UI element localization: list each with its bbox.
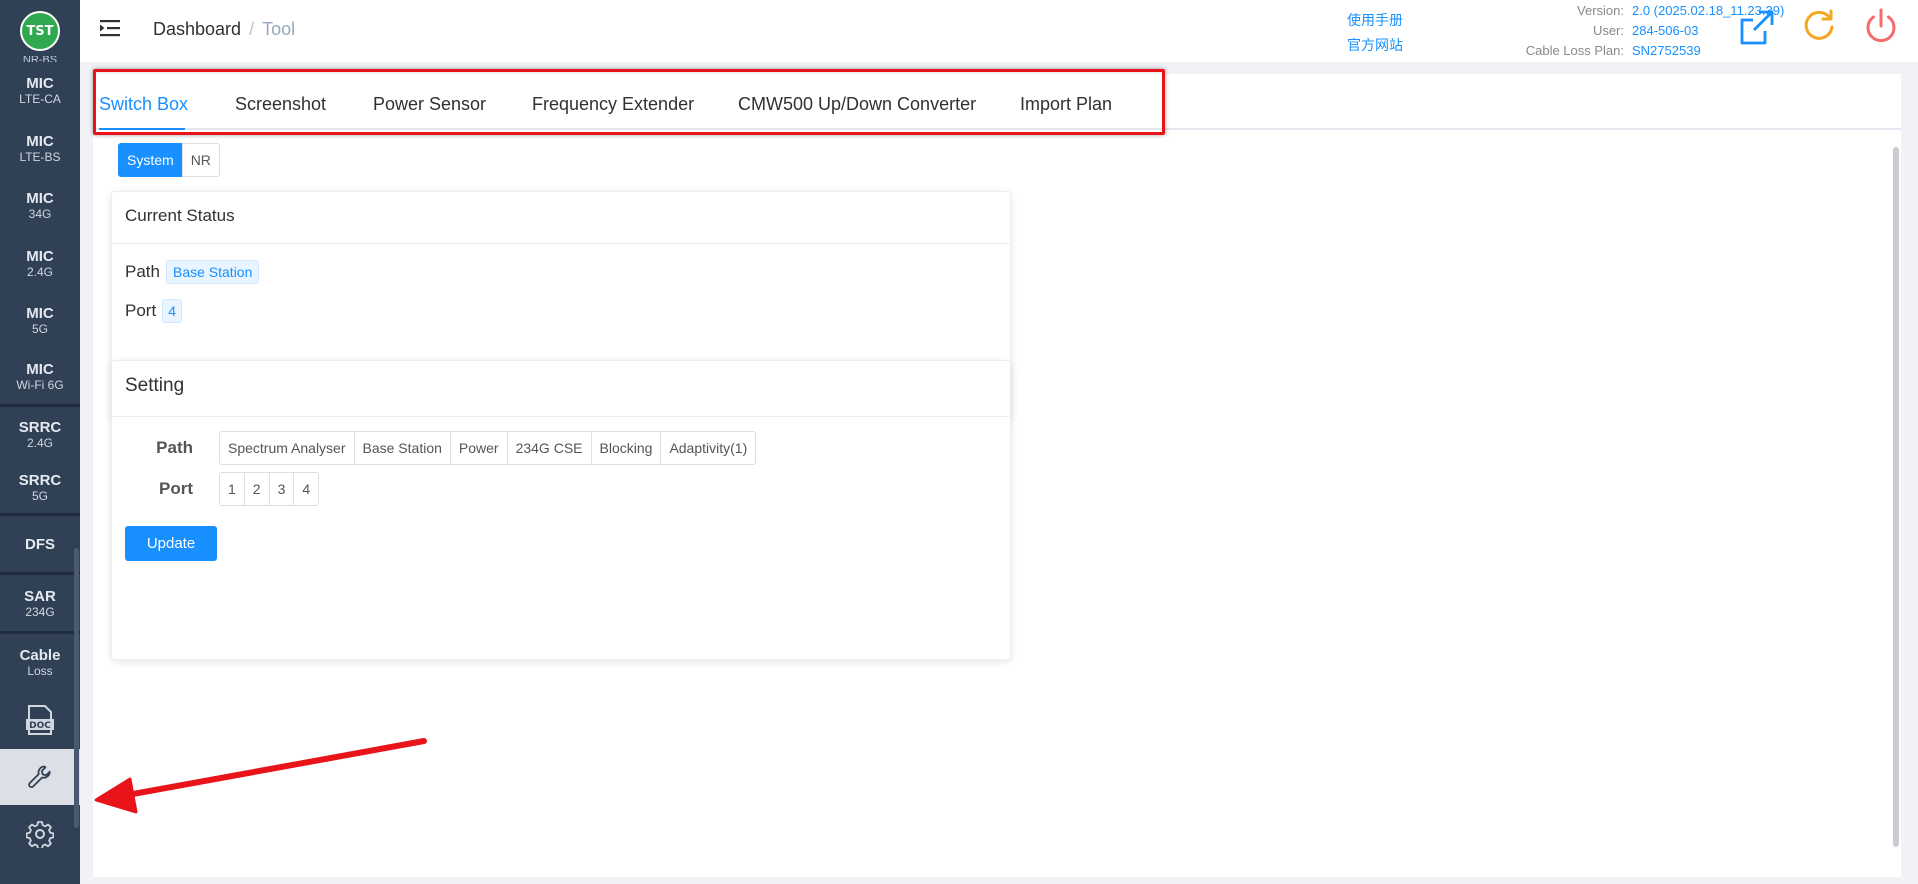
official-site-link[interactable]: 官方网站: [1347, 33, 1403, 58]
version-info: Version: 2.0 (2025.02.18_11.23.39) User: 2…: [1420, 1, 1785, 61]
path-select-group: Spectrum Analyser Base Station Power 234…: [219, 431, 757, 465]
current-status-title: Current Status: [112, 192, 1010, 244]
sidebar-item-mic-lte-bs[interactable]: MIC LTE-BS: [0, 120, 80, 178]
cable-loss-plan-label: Cable Loss Plan:: [1525, 43, 1624, 58]
cable-loss-plan-value: SN2752539: [1632, 43, 1701, 58]
sidebar-item-settings[interactable]: [0, 805, 80, 863]
sidebar-item-label: MIC: [26, 305, 54, 323]
sidebar-item-tool[interactable]: [0, 749, 80, 805]
logo: TST NR-BS: [0, 0, 80, 62]
tool-tabs: Switch Box Screenshot Power Sensor Frequ…: [93, 74, 1901, 130]
tab-switch-box[interactable]: Switch Box: [99, 94, 188, 115]
gear-icon: [26, 821, 54, 848]
doc-icon: DOC: [26, 705, 54, 735]
sidebar-item-srrc-5g[interactable]: SRRC 5G: [0, 461, 80, 516]
wrench-icon: [28, 765, 51, 788]
sidebar-item-label: MIC: [26, 190, 54, 208]
sidebar-item-label: Cable: [19, 647, 61, 664]
main-panel: Switch Box Screenshot Power Sensor Frequ…: [93, 74, 1901, 877]
sidebar-item-mic-34g[interactable]: MIC 34G: [0, 177, 80, 235]
sidebar-item-mic-5g[interactable]: MIC 5G: [0, 292, 80, 350]
mode-nr-button[interactable]: NR: [181, 143, 220, 177]
sidebar-item-label: DFS: [25, 535, 55, 553]
content-scrollbar[interactable]: [1893, 147, 1899, 847]
version-label: Version:: [1577, 3, 1624, 18]
sidebar-item-sublabel: Wi-Fi 6G: [16, 378, 64, 393]
setting-port-label: Port: [159, 479, 193, 498]
sidebar-scrollbar[interactable]: [74, 548, 79, 828]
path-option-234g-cse[interactable]: 234G CSE: [506, 431, 592, 465]
refresh-icon[interactable]: [1799, 7, 1839, 47]
menu-toggle-icon[interactable]: [100, 18, 122, 38]
breadcrumb-dashboard[interactable]: Dashboard: [153, 19, 241, 39]
path-option-base-station[interactable]: Base Station: [353, 431, 451, 465]
user-value: 284-506-03: [1632, 23, 1699, 38]
path-option-power[interactable]: Power: [449, 431, 508, 465]
logo-badge: TST: [20, 11, 60, 51]
sidebar-item-sublabel: 2.4G: [26, 435, 53, 450]
sidebar-item-label: MIC: [26, 247, 54, 265]
setting-card: Setting Path Spectrum Analyser Base Stat…: [111, 360, 1011, 660]
sidebar-item-sublabel: 5G: [31, 488, 48, 503]
user-label: User:: [1592, 23, 1624, 38]
active-tab-indicator: [99, 128, 185, 130]
sidebar-item-label: SAR: [24, 587, 56, 605]
breadcrumb-separator: /: [249, 19, 255, 39]
sidebar-item-cut[interactable]: NR-BS: [0, 56, 80, 62]
port-option-3[interactable]: 3: [268, 472, 295, 506]
sidebar-item-doc[interactable]: DOC: [0, 691, 80, 749]
status-port-label: Port: [125, 301, 157, 320]
port-option-1[interactable]: 1: [219, 472, 245, 506]
power-icon[interactable]: [1861, 7, 1901, 47]
header-links: 使用手册 官方网站: [1347, 8, 1403, 58]
sidebar: TST NR-BS MIC LTE-CA MIC LTE-BS MIC 34G …: [0, 0, 80, 884]
sidebar-item-mic-2-4g[interactable]: MIC 2.4G: [0, 235, 80, 293]
tab-frequency-extender[interactable]: Frequency Extender: [532, 94, 694, 115]
status-path-label: Path: [125, 262, 160, 281]
manual-link[interactable]: 使用手册: [1347, 8, 1403, 33]
sidebar-item-label: SRRC: [18, 471, 62, 489]
sidebar-item-sublabel: 34G: [28, 207, 52, 222]
sidebar-item-sublabel: 2.4G: [26, 264, 53, 279]
setting-title: Setting: [112, 361, 1010, 417]
mode-system-button[interactable]: System: [118, 143, 183, 177]
share-icon[interactable]: [1737, 7, 1777, 47]
sidebar-item-srrc-2-4g[interactable]: SRRC 2.4G: [0, 407, 80, 461]
sidebar-item-sublabel: LTE-CA: [19, 92, 61, 107]
sidebar-item-sublabel: 5G: [31, 322, 48, 337]
sidebar-item-sublabel: 234G: [25, 604, 55, 619]
status-path-row: Path Base Station: [125, 260, 260, 284]
mode-switch: System NR: [118, 143, 220, 177]
path-option-adaptivity[interactable]: Adaptivity(1): [660, 431, 757, 465]
sidebar-item-label: SRRC: [18, 418, 62, 436]
status-port-badge: 4: [162, 299, 182, 323]
port-option-2[interactable]: 2: [243, 472, 270, 506]
status-port-row: Port 4: [125, 299, 182, 323]
setting-path-label: Path: [156, 438, 193, 457]
sidebar-item-label: MIC: [26, 75, 54, 93]
tab-screenshot[interactable]: Screenshot: [235, 94, 326, 115]
path-option-blocking[interactable]: Blocking: [590, 431, 662, 465]
port-select-group: 1 2 3 4: [219, 472, 320, 506]
tab-power-sensor[interactable]: Power Sensor: [373, 94, 486, 115]
sidebar-item-sar-234g[interactable]: SAR 234G: [0, 575, 80, 634]
tab-cmw500-converter[interactable]: CMW500 Up/Down Converter: [738, 94, 976, 115]
port-option-4[interactable]: 4: [293, 472, 320, 506]
sidebar-item-label: MIC: [26, 132, 54, 150]
breadcrumb: Dashboard / Tool: [153, 19, 295, 40]
breadcrumb-tool: Tool: [262, 19, 296, 39]
sidebar-item-sublabel: LTE-BS: [19, 149, 61, 164]
tab-import-plan[interactable]: Import Plan: [1020, 94, 1112, 115]
sidebar-item-mic-lte-ca[interactable]: MIC LTE-CA: [0, 62, 80, 120]
top-header: Dashboard / Tool 使用手册 官方网站 Version: 2.0 (20…: [80, 0, 1918, 62]
sidebar-item-dfs[interactable]: DFS: [0, 516, 80, 575]
sidebar-item-mic-wifi-6g[interactable]: MIC Wi-Fi 6G: [0, 350, 80, 407]
update-button[interactable]: Update: [125, 526, 217, 561]
status-path-badge: Base Station: [165, 260, 260, 284]
path-option-spectrum-analyser[interactable]: Spectrum Analyser: [219, 431, 355, 465]
sidebar-item-sublabel: Loss: [27, 664, 53, 678]
sidebar-item-cable-loss[interactable]: Cable Loss: [0, 634, 80, 691]
doc-icon-text: DOC: [29, 721, 51, 731]
sidebar-item-label: MIC: [26, 361, 54, 379]
